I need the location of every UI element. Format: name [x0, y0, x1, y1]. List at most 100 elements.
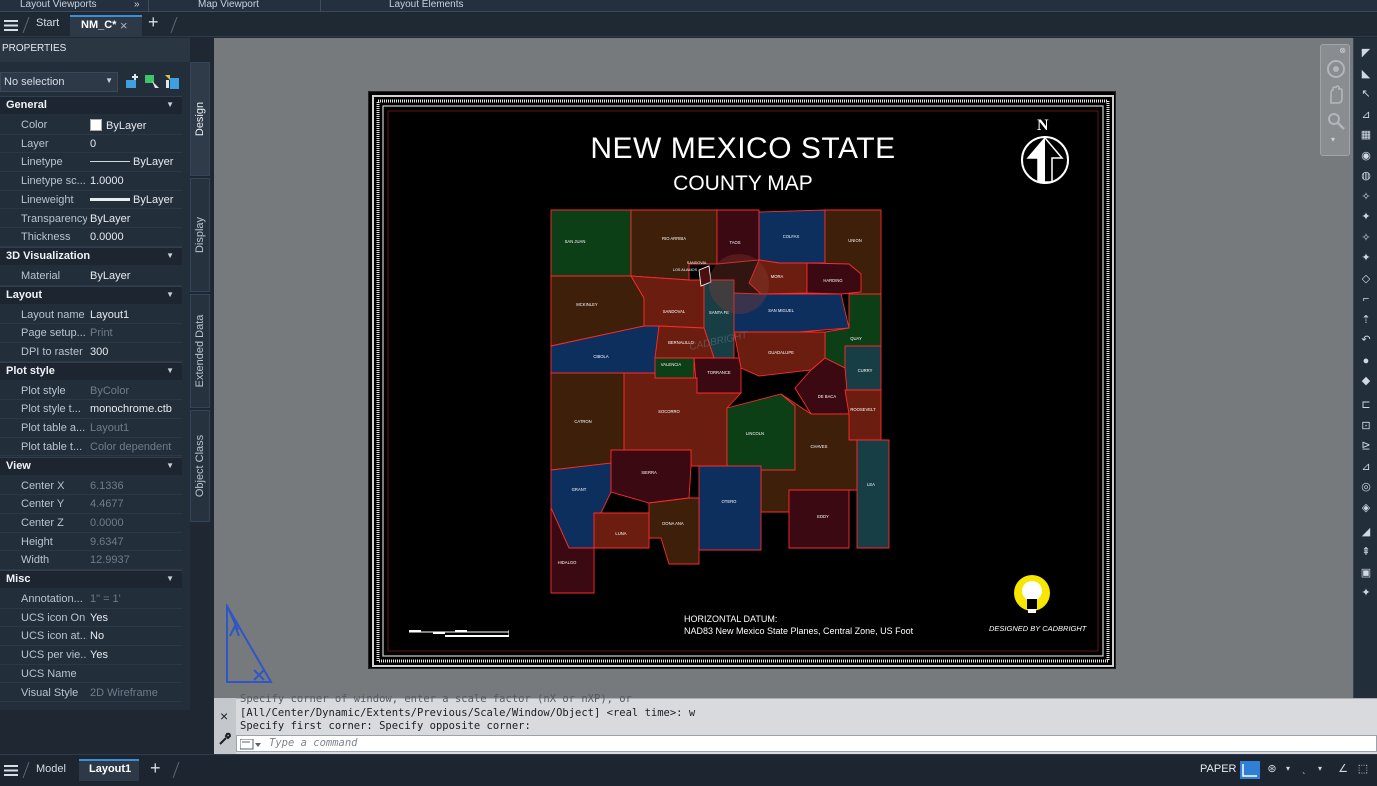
section-header-plot-style[interactable]: Plot style ▼	[0, 361, 182, 380]
property-row[interactable]: DPI to raster 300	[0, 343, 182, 362]
property-row[interactable]: Lineweight ByLayer	[0, 191, 182, 210]
zoom-extents-icon[interactable]	[1326, 111, 1346, 131]
selection-dropdown[interactable]: No selection ▼	[0, 72, 118, 92]
wipeout-icon[interactable]: ◤	[1358, 46, 1374, 60]
property-row[interactable]: Material ByLayer	[0, 267, 182, 286]
property-row[interactable]: Width 12.9937	[0, 551, 182, 570]
hamburger-icon[interactable]	[4, 20, 18, 31]
tab-display[interactable]: Display	[190, 178, 210, 292]
property-row[interactable]: Linetype ByLayer	[0, 153, 182, 173]
close-icon[interactable]: ⊗	[1339, 46, 1346, 55]
property-row[interactable]: Center X 6.1336	[0, 477, 182, 496]
property-row[interactable]: Plot table a... Layout1	[0, 419, 182, 438]
property-row[interactable]: Transparency ByLayer	[0, 210, 182, 229]
file-tab-bar: Start NM_C* × +	[0, 12, 1377, 37]
property-row[interactable]: Plot style t... monochrome.ctb	[0, 400, 182, 420]
property-row[interactable]: Color ByLayer	[0, 116, 182, 135]
zoom-icon[interactable]: ◎	[1358, 480, 1374, 494]
property-row[interactable]: UCS per vie... Yes	[0, 646, 182, 665]
block-icon[interactable]: ⊡	[1358, 419, 1374, 433]
explode-icon[interactable]: ✦	[1358, 586, 1374, 600]
point-icon[interactable]: ✧	[1358, 190, 1374, 204]
customize-wrench-icon[interactable]	[218, 732, 232, 746]
close-icon[interactable]: ×	[120, 18, 128, 33]
property-row[interactable]: Annotation... 1" = 1'	[0, 590, 182, 609]
tab-object-class[interactable]: Object Class	[190, 410, 210, 522]
property-row[interactable]: Visual Style 2D Wireframe	[0, 684, 182, 703]
divide-icon[interactable]: ✦	[1358, 210, 1374, 224]
grid-display-icon[interactable]	[1240, 761, 1260, 779]
county-label-sierra: SIERRA	[641, 470, 657, 475]
rectangle-icon[interactable]: ⊏	[1358, 398, 1374, 412]
property-row[interactable]: Layout name Layout1	[0, 306, 182, 325]
measure-icon[interactable]: ✧	[1358, 231, 1374, 245]
pan-hand-icon[interactable]	[1326, 85, 1346, 105]
revision-cloud-icon[interactable]: ◣	[1358, 67, 1374, 81]
extend-icon[interactable]: ⇞	[1358, 545, 1374, 559]
property-row[interactable]: UCS icon On Yes	[0, 609, 182, 628]
trim-icon[interactable]: ◢	[1358, 525, 1374, 539]
property-row[interactable]: Page setup... Print	[0, 324, 182, 343]
ribbon-expand-icon[interactable]: »	[134, 0, 140, 10]
ellipse-icon[interactable]: ◆	[1358, 374, 1374, 388]
table-icon[interactable]: ▦	[1358, 128, 1374, 142]
chevron-down-icon[interactable]: ▾	[1331, 135, 1335, 144]
county-label-rio-arriba: RIO ARRIBA	[662, 236, 686, 241]
property-row[interactable]: UCS Name	[0, 665, 182, 684]
isometric-drafting-icon[interactable]: ⬚	[1354, 761, 1372, 777]
leader-icon[interactable]: ↖	[1358, 87, 1374, 101]
ribbon-panel-map-viewport[interactable]: Map Viewport	[198, 0, 259, 10]
tab-design[interactable]: Design	[190, 62, 210, 176]
section-header-general[interactable]: General ▼	[0, 96, 182, 114]
circle-icon[interactable]: ●	[1358, 354, 1374, 368]
tab-extended-data[interactable]: Extended Data	[190, 294, 210, 408]
tab-start[interactable]: Start	[36, 17, 59, 29]
array-icon[interactable]: ▣	[1358, 566, 1374, 580]
command-input[interactable]: Type a command	[236, 735, 1377, 752]
property-row[interactable]: Center Y 4.4677	[0, 495, 182, 514]
pan-icon[interactable]: ◈	[1358, 501, 1374, 515]
property-row[interactable]: Height 9.6347	[0, 533, 182, 552]
dimension-icon[interactable]: ⊿	[1358, 460, 1374, 474]
property-row[interactable]: Thickness 0.0000	[0, 228, 182, 247]
chevron-down-icon[interactable]: ▾	[1311, 761, 1329, 777]
close-icon[interactable]: ×	[220, 708, 228, 724]
move-icon[interactable]: ⇡	[1358, 313, 1374, 327]
gradient-icon[interactable]: ◍	[1358, 169, 1374, 183]
tab-model[interactable]: Model	[36, 763, 66, 775]
hatch-icon[interactable]: ◉	[1358, 149, 1374, 163]
new-tab-plus-icon[interactable]: +	[148, 12, 159, 33]
paper-space-toggle[interactable]: PAPER	[1200, 763, 1236, 775]
tab-layout1[interactable]: Layout1	[79, 759, 139, 781]
property-row[interactable]: Center Z 0.0000	[0, 514, 182, 533]
section-header-misc[interactable]: Misc ▼	[0, 570, 182, 588]
toggle-pickadd-icon[interactable]	[124, 74, 140, 90]
property-row[interactable]: Plot table t... Color dependent	[0, 438, 182, 457]
hamburger-icon[interactable]	[4, 765, 18, 776]
ribbon-panel-layout-elements[interactable]: Layout Elements	[389, 0, 464, 10]
property-row[interactable]: Linetype sc... 1.0000	[0, 172, 182, 191]
region-icon[interactable]: ✦	[1358, 251, 1374, 265]
property-row[interactable]: Plot style ByColor	[0, 382, 182, 401]
polar-tracking-icon[interactable]: ∠	[1334, 761, 1352, 777]
undo-icon[interactable]: ↶	[1358, 333, 1374, 347]
watermark-logo	[709, 254, 769, 314]
property-row[interactable]: Layer 0	[0, 135, 182, 154]
command-prompt-icon[interactable]	[240, 739, 262, 750]
boundary-icon[interactable]: ◇	[1358, 272, 1374, 286]
steering-wheel-icon[interactable]	[1326, 59, 1346, 79]
property-row[interactable]: UCS icon at... No	[0, 627, 182, 647]
section-header-visualization[interactable]: 3D Visualization ▼	[0, 246, 182, 265]
select-objects-icon[interactable]	[144, 74, 160, 90]
ribbon-panel-layout-viewports[interactable]: Layout Viewports	[20, 0, 97, 10]
multileader-icon[interactable]: ⊿	[1358, 108, 1374, 122]
polyline-icon[interactable]: ⌐	[1358, 292, 1374, 306]
quick-select-icon[interactable]	[164, 74, 180, 90]
tab-nm-c[interactable]: NM_C* ×	[70, 15, 142, 37]
tab-extended-data-label: Extended Data	[194, 314, 206, 388]
attribute-icon[interactable]: ⊵	[1358, 439, 1374, 453]
new-layout-plus-icon[interactable]: +	[150, 758, 161, 779]
section-header-layout[interactable]: Layout ▼	[0, 285, 182, 304]
property-value: 1.0000	[90, 175, 182, 187]
section-header-view[interactable]: View ▼	[0, 456, 182, 475]
